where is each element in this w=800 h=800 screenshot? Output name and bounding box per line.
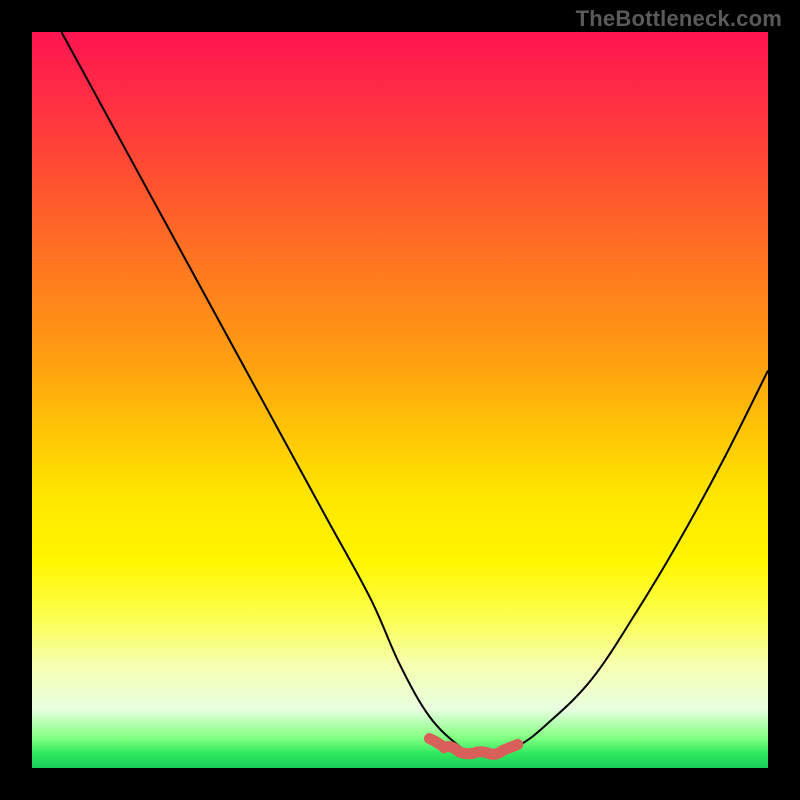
chart-plot-area bbox=[32, 32, 768, 768]
optimal-range-highlight bbox=[429, 739, 517, 755]
curve-line bbox=[61, 32, 768, 754]
watermark-text: TheBottleneck.com bbox=[576, 6, 782, 32]
chart-svg bbox=[32, 32, 768, 768]
